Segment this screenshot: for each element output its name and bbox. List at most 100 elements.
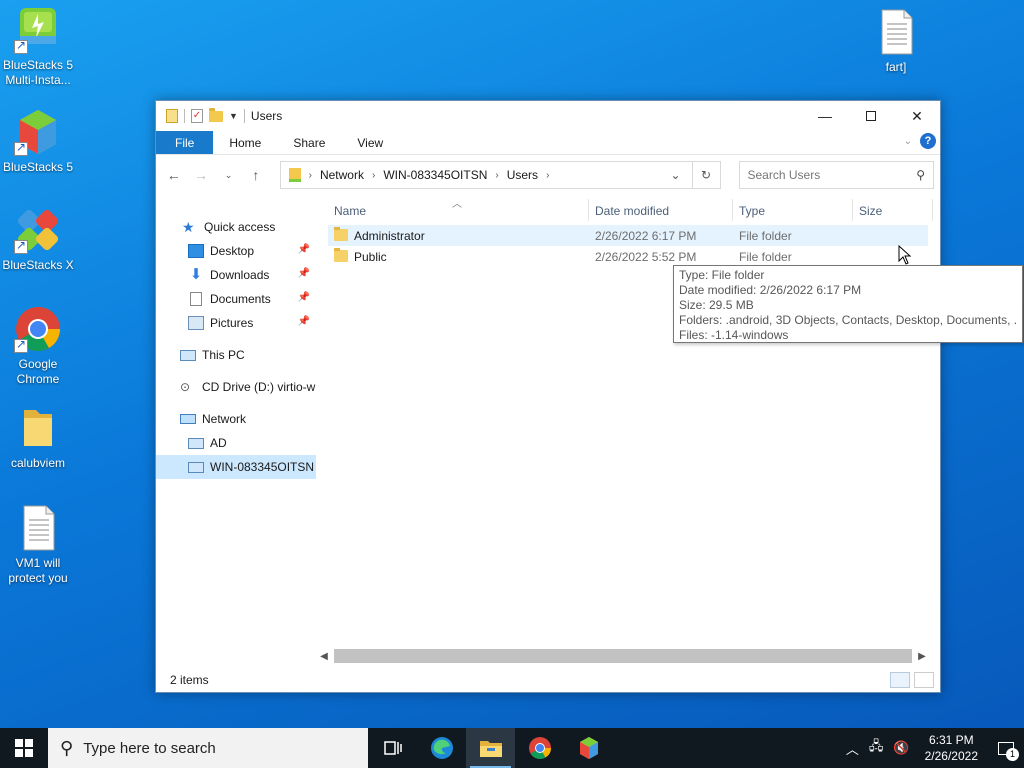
breadcrumb-host[interactable]: WIN-083345OITSN xyxy=(383,168,487,182)
download-arrow-icon: ⬇ xyxy=(189,266,203,283)
nav-label: This PC xyxy=(202,348,245,362)
up-button[interactable]: ↑ xyxy=(244,163,267,187)
star-icon: ★ xyxy=(182,219,195,235)
folder-icon xyxy=(334,227,348,241)
start-button[interactable] xyxy=(0,728,48,768)
show-hidden-icons-icon[interactable]: ︿ xyxy=(846,739,859,758)
desktop-icon-label: fart] xyxy=(885,60,907,74)
desktop-icon-chrome[interactable]: Google Chrome xyxy=(0,305,76,387)
tab-view[interactable]: View xyxy=(341,131,399,154)
volume-muted-icon[interactable]: 🔇 xyxy=(893,740,909,756)
help-icon[interactable]: ? xyxy=(920,133,936,149)
column-type[interactable]: Type xyxy=(739,204,765,218)
desktop-icon-vm1[interactable]: VM1 will protect you xyxy=(0,504,76,586)
properties-icon[interactable] xyxy=(166,109,178,123)
nav-documents[interactable]: Documents 📌 xyxy=(156,287,316,311)
recent-locations-button[interactable]: ⌄ xyxy=(217,163,240,187)
action-center-button[interactable]: 1 xyxy=(988,728,1024,768)
pin-icon[interactable]: 📌 xyxy=(298,268,310,279)
breadcrumb-users[interactable]: Users xyxy=(507,168,538,182)
close-button[interactable]: ✕ xyxy=(894,101,940,131)
column-name[interactable]: Name xyxy=(334,204,366,218)
notification-count-badge: 1 xyxy=(1006,748,1019,761)
nav-this-pc[interactable]: This PC xyxy=(156,343,316,367)
breadcrumb-arrow-icon[interactable]: › xyxy=(309,170,312,181)
horizontal-scrollbar[interactable]: ◀ ▶ xyxy=(316,648,930,664)
documents-icon xyxy=(190,292,202,306)
tab-share[interactable]: Share xyxy=(277,131,341,154)
desktop-icon-calubviem[interactable]: calubviem xyxy=(0,404,76,471)
tooltip-line: Type: File folder xyxy=(679,268,765,282)
toolbar-separator xyxy=(184,109,185,123)
bluestacks-multi-icon xyxy=(14,6,62,54)
details-view-icon[interactable] xyxy=(890,672,910,688)
title-bar: ✓ ▼ Users — ✕ xyxy=(156,101,940,131)
refresh-icon[interactable]: ↻ xyxy=(691,162,720,188)
nav-downloads[interactable]: ⬇ Downloads 📌 xyxy=(156,263,316,287)
breadcrumb-arrow-icon[interactable]: › xyxy=(495,170,498,181)
address-bar[interactable]: › Network › WIN-083345OITSN › Users › ⌄ … xyxy=(279,161,721,189)
large-icons-view-icon[interactable] xyxy=(914,672,934,688)
network-icon xyxy=(180,414,196,424)
nav-pictures[interactable]: Pictures 📌 xyxy=(156,311,316,335)
computer-icon xyxy=(188,461,204,473)
maximize-button[interactable] xyxy=(848,101,894,131)
computer-icon xyxy=(180,349,196,361)
quick-access-toolbar: ✓ ▼ xyxy=(156,107,245,123)
new-folder-icon[interactable] xyxy=(209,107,223,122)
nav-cd-drive[interactable]: ⊙ CD Drive (D:) virtio-w xyxy=(156,375,316,399)
minimize-button[interactable]: — xyxy=(802,101,848,131)
desktop-icon-bluestacks-x[interactable]: BlueStacks X xyxy=(0,206,76,273)
window-controls: — ✕ xyxy=(802,101,940,131)
taskbar-search[interactable]: ⚲ Type here to search xyxy=(48,728,368,768)
network-icon[interactable]: 🖧 xyxy=(869,737,884,759)
nav-network[interactable]: Network xyxy=(156,407,316,431)
checkmark-icon[interactable]: ✓ xyxy=(191,109,203,123)
address-dropdown-icon[interactable]: ⌄ xyxy=(662,162,690,188)
item-count: 2 items xyxy=(170,673,209,687)
clock-date: 2/26/2022 xyxy=(924,749,978,763)
file-explorer-icon xyxy=(479,741,502,757)
nav-quick-access[interactable]: ★ Quick access xyxy=(156,215,316,239)
clock[interactable]: 6:31 PM 2/26/2022 xyxy=(915,732,988,764)
scroll-thumb[interactable] xyxy=(334,649,912,663)
task-view-button[interactable] xyxy=(368,728,417,768)
forward-button[interactable]: → xyxy=(189,163,212,187)
column-date-modified[interactable]: Date modified xyxy=(595,204,669,218)
row-name: Public xyxy=(354,250,387,264)
nav-win-host[interactable]: WIN-083345OITSN xyxy=(156,455,316,479)
table-row[interactable]: Public 2/26/2022 5:52 PM File folder xyxy=(328,246,928,267)
desktop-icon-fart[interactable]: fart] xyxy=(858,8,934,75)
desktop-icon-bluestacks-multi[interactable]: BlueStacks 5 Multi-Insta... xyxy=(0,6,76,88)
taskbar-edge[interactable] xyxy=(417,728,466,768)
search-box[interactable]: ⚲ xyxy=(738,161,934,189)
taskbar-bluestacks[interactable] xyxy=(564,728,613,768)
back-button[interactable]: ← xyxy=(162,163,185,187)
mouse-cursor-icon xyxy=(898,244,912,268)
nav-label: Desktop xyxy=(210,244,255,258)
desktop-icon-bluestacks5[interactable]: BlueStacks 5 xyxy=(0,108,76,175)
pin-icon[interactable]: 📌 xyxy=(298,244,310,255)
chevron-down-icon[interactable]: ▼ xyxy=(229,111,238,121)
search-input[interactable] xyxy=(747,168,908,182)
column-size[interactable]: Size xyxy=(859,204,882,218)
tab-home[interactable]: Home xyxy=(213,131,277,154)
taskbar-search-placeholder: Type here to search xyxy=(83,739,216,757)
table-row[interactable]: Administrator 2/26/2022 6:17 PM File fol… xyxy=(328,225,928,246)
taskbar-file-explorer[interactable] xyxy=(466,728,515,768)
breadcrumb-arrow-icon[interactable]: › xyxy=(546,170,549,181)
network-folder-icon xyxy=(288,168,301,182)
pin-icon[interactable]: 📌 xyxy=(298,292,310,303)
scroll-left-icon[interactable]: ◀ xyxy=(316,651,332,662)
tooltip-line: Folders: .android, 3D Objects, Contacts,… xyxy=(679,313,1017,327)
nav-desktop[interactable]: Desktop 📌 xyxy=(156,239,316,263)
nav-label: Pictures xyxy=(210,316,254,330)
breadcrumb-network[interactable]: Network xyxy=(320,168,364,182)
pin-icon[interactable]: 📌 xyxy=(298,316,310,327)
nav-ad[interactable]: AD xyxy=(156,431,316,455)
scroll-right-icon[interactable]: ▶ xyxy=(914,651,930,662)
taskbar-chrome[interactable] xyxy=(515,728,564,768)
expand-ribbon-icon[interactable]: ⌄ xyxy=(904,136,912,147)
breadcrumb-arrow-icon[interactable]: › xyxy=(372,170,375,181)
tab-file[interactable]: File xyxy=(156,131,214,154)
